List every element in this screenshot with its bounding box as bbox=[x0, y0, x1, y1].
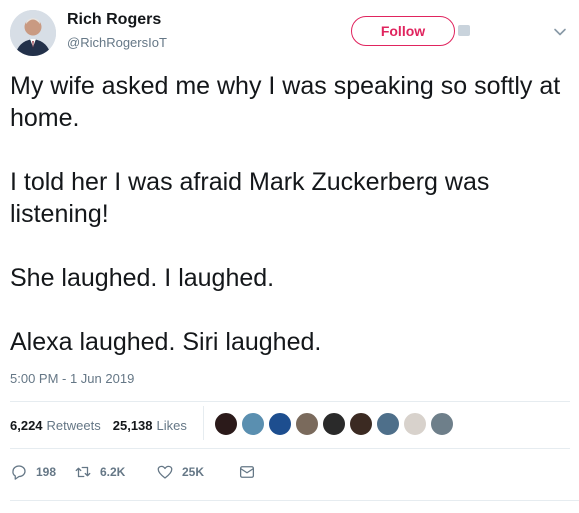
author-name[interactable]: Rich Rogers bbox=[67, 11, 161, 29]
tweet-paragraph: I told her I was afraid Mark Zuckerberg … bbox=[10, 168, 490, 228]
liker-avatar[interactable] bbox=[403, 412, 427, 436]
reply-button[interactable]: 198 bbox=[10, 463, 74, 481]
message-button[interactable] bbox=[238, 463, 264, 481]
retweets-label: Retweets bbox=[46, 417, 101, 433]
retweet-count: 6.2K bbox=[100, 465, 126, 479]
tweet-stats: 6,224 Retweets 25,138 Likes bbox=[10, 412, 187, 438]
divider bbox=[10, 448, 570, 449]
caret-down-icon[interactable] bbox=[553, 25, 567, 39]
tweet-paragraph: She laughed. I laughed. bbox=[10, 264, 275, 292]
tweet-text: My wife asked me why I was speaking so s… bbox=[10, 70, 565, 358]
liker-avatar[interactable] bbox=[349, 412, 373, 436]
avatar[interactable] bbox=[10, 10, 56, 56]
message-icon bbox=[239, 466, 255, 478]
tweet-actions: 198 6.2K 25K bbox=[10, 462, 264, 482]
retweets-count: 6,224 bbox=[10, 417, 43, 433]
tweet-timestamp[interactable]: 5:00 PM - 1 Jun 2019 bbox=[10, 371, 134, 386]
retweet-icon bbox=[75, 466, 91, 478]
author-handle[interactable]: @RichRogersIoT bbox=[67, 35, 167, 50]
divider bbox=[10, 500, 579, 501]
reply-count: 198 bbox=[36, 465, 57, 479]
liker-avatars bbox=[214, 412, 457, 438]
like-count: 25K bbox=[182, 465, 205, 479]
stats-divider bbox=[203, 406, 204, 440]
liker-avatar[interactable] bbox=[241, 412, 265, 436]
tweet-paragraph: Alexa laughed. Siri laughed. bbox=[10, 328, 322, 356]
like-button[interactable]: 25K bbox=[156, 463, 238, 481]
likes-stat[interactable]: 25,138 Likes bbox=[113, 418, 187, 433]
tweet-card: Rich Rogers @RichRogersIoT Follow My wif… bbox=[0, 0, 579, 513]
like-icon bbox=[157, 465, 173, 479]
liker-avatar[interactable] bbox=[214, 412, 238, 436]
retweets-stat[interactable]: 6,224 Retweets bbox=[10, 418, 101, 433]
retweet-button[interactable]: 6.2K bbox=[74, 463, 156, 481]
reply-icon bbox=[12, 465, 26, 480]
liker-avatar[interactable] bbox=[268, 412, 292, 436]
divider bbox=[10, 401, 570, 402]
tweet-paragraph: My wife asked me why I was speaking so s… bbox=[10, 72, 561, 132]
follow-button[interactable]: Follow bbox=[351, 16, 455, 46]
liker-avatar[interactable] bbox=[430, 412, 454, 436]
follow-dropdown-icon[interactable] bbox=[458, 25, 470, 36]
liker-avatar[interactable] bbox=[295, 412, 319, 436]
likes-count: 25,138 bbox=[112, 417, 153, 433]
liker-avatar[interactable] bbox=[322, 412, 346, 436]
liker-avatar[interactable] bbox=[376, 412, 400, 436]
likes-label: Likes bbox=[156, 417, 187, 433]
